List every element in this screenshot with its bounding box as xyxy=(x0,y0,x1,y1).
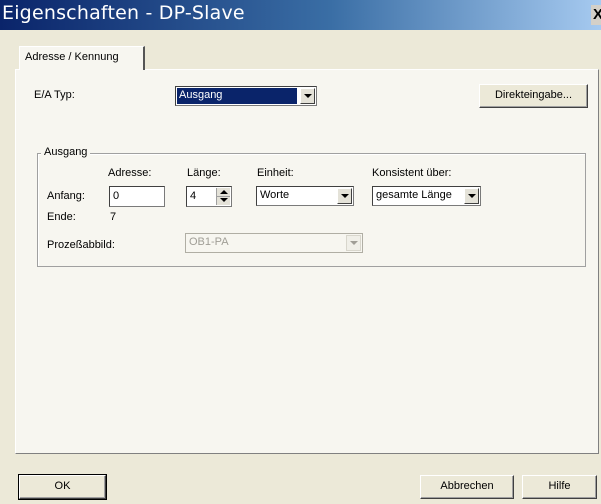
spinner-divider xyxy=(216,196,230,197)
direct-input-button[interactable]: Direkteingabe... xyxy=(479,84,588,108)
io-type-select[interactable]: Ausgang xyxy=(175,86,317,106)
process-image-label: Prozeßabbild: xyxy=(47,239,115,251)
unit-value: Worte xyxy=(260,189,290,201)
dialog-client: Adresse / Kennung E/A Typ: Ausgang Direk… xyxy=(0,30,601,504)
chevron-down-icon[interactable] xyxy=(346,235,361,251)
process-image-select[interactable]: OB1-PA xyxy=(185,233,363,253)
start-address-input[interactable]: 0 xyxy=(109,186,165,207)
consistency-header: Konsistent über: xyxy=(372,167,452,179)
cancel-button[interactable]: Abbrechen xyxy=(420,475,514,499)
end-value: 7 xyxy=(110,211,117,223)
length-stepper[interactable]: 4 xyxy=(186,186,232,207)
consistency-select[interactable]: gesamte Länge xyxy=(372,186,481,206)
help-button[interactable]: Hilfe xyxy=(522,475,597,499)
ok-button[interactable]: OK xyxy=(18,474,107,500)
length-value: 4 xyxy=(190,190,197,202)
length-header: Länge: xyxy=(187,167,221,179)
unit-header: Einheit: xyxy=(257,167,294,179)
start-label: Anfang: xyxy=(47,190,85,202)
close-icon[interactable]: X xyxy=(591,5,601,25)
title-bar[interactable]: Eigenschaften - DP-Slave X xyxy=(0,0,601,30)
start-address-value: 0 xyxy=(113,190,120,202)
chevron-down-icon[interactable] xyxy=(464,188,479,204)
unit-select[interactable]: Worte xyxy=(256,186,354,206)
io-type-label: E/A Typ: xyxy=(34,89,75,101)
end-label: Ende: xyxy=(47,211,76,223)
chevron-down-icon[interactable] xyxy=(337,188,352,204)
tab-adresse-kennung[interactable]: Adresse / Kennung xyxy=(19,46,145,70)
process-image-value: OB1-PA xyxy=(189,236,229,248)
window-title: Eigenschaften - DP-Slave xyxy=(2,2,245,24)
consistency-value: gesamte Länge xyxy=(376,189,452,201)
output-group-title: Ausgang xyxy=(41,146,91,158)
chevron-down-icon[interactable] xyxy=(300,88,315,104)
address-header: Adresse: xyxy=(108,167,152,179)
io-type-value: Ausgang xyxy=(177,88,297,104)
